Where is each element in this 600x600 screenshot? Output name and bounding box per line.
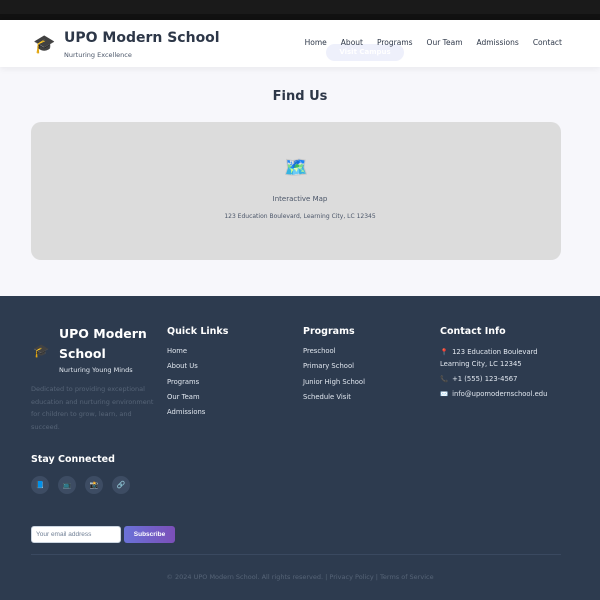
stay-connected-heading: Stay Connected bbox=[31, 454, 115, 465]
program-link-junior-high[interactable]: Junior High School bbox=[303, 378, 365, 393]
contact-email-text[interactable]: info@upomodernschool.edu bbox=[452, 390, 547, 398]
phone-icon: 📞 bbox=[440, 374, 449, 383]
footer-link-admissions[interactable]: Admissions bbox=[167, 408, 228, 423]
program-link-schedule-visit[interactable]: Schedule Visit bbox=[303, 393, 365, 408]
nav-our-team[interactable]: Our Team bbox=[427, 38, 463, 47]
graduation-cap-icon: 🎓 bbox=[33, 344, 50, 359]
instagram-icon[interactable]: 📸 bbox=[85, 476, 103, 494]
contact-column: Contact Info 📍 123 Education Boulevard Le… bbox=[440, 326, 565, 404]
youtube-icon[interactable]: 📺 bbox=[58, 476, 76, 494]
nav-admissions[interactable]: Admissions bbox=[477, 38, 519, 47]
footer-link-programs[interactable]: Programs bbox=[167, 378, 228, 393]
map-placeholder[interactable]: 🗺️ bbox=[31, 122, 561, 260]
nav-home[interactable]: Home bbox=[305, 38, 327, 47]
contact-heading: Contact Info bbox=[440, 326, 506, 337]
footer-link-home[interactable]: Home bbox=[167, 347, 228, 362]
subscribe-button[interactable]: Subscribe bbox=[124, 526, 175, 543]
map-label: Interactive Map bbox=[272, 195, 328, 203]
contact-phone-text[interactable]: +1 (555) 123-4567 bbox=[452, 375, 517, 383]
graduation-cap-icon: 🎓 bbox=[33, 34, 56, 55]
facebook-icon[interactable]: 📘 bbox=[31, 476, 49, 494]
contact-address-text: 123 Education Boulevard Learning City, L… bbox=[440, 348, 538, 368]
newsletter-email-input[interactable] bbox=[31, 526, 121, 543]
nav-about[interactable]: About bbox=[341, 38, 363, 47]
footer-divider bbox=[31, 554, 561, 555]
footer-brand: UPO Modern School bbox=[59, 326, 147, 361]
nav-programs[interactable]: Programs bbox=[377, 38, 413, 47]
map-icon: 🗺️ bbox=[283, 155, 309, 179]
program-link-preschool[interactable]: Preschool bbox=[303, 347, 365, 362]
envelope-icon: ✉️ bbox=[440, 389, 449, 398]
find-us-title: Find Us bbox=[272, 89, 328, 104]
social-links: 📘 📺 📸 🔗 bbox=[31, 476, 130, 494]
copyright-text: © 2024 UPO Modern School. All rights res… bbox=[166, 573, 434, 581]
quick-links-heading: Quick Links bbox=[167, 326, 229, 337]
programs-column: Programs Preschool Primary School Junior… bbox=[303, 326, 365, 408]
footer-link-our-team[interactable]: Our Team bbox=[167, 393, 228, 408]
contact-email: ✉️ info@upomodernschool.edu bbox=[440, 389, 565, 401]
location-pin-icon: 📍 bbox=[440, 348, 449, 356]
contact-address: 📍 123 Education Boulevard Learning City, … bbox=[440, 347, 565, 370]
program-link-primary[interactable]: Primary School bbox=[303, 362, 365, 377]
map-address: 123 Education Boulevard, Learning City, … bbox=[224, 213, 376, 220]
footer-link-about[interactable]: About Us bbox=[167, 362, 228, 377]
site-title[interactable]: UPO Modern School bbox=[64, 30, 220, 46]
contact-phone: 📞 +1 (555) 123-4567 bbox=[440, 374, 565, 386]
link-icon[interactable]: 🔗 bbox=[112, 476, 130, 494]
footer-tagline: Nurturing Young Minds bbox=[59, 366, 133, 374]
quick-links-column: Quick Links Home About Us Programs Our T… bbox=[167, 326, 228, 423]
footer-description: Dedicated to providing exceptional educa… bbox=[31, 385, 154, 431]
site-footer: 🎓 UPO Modern School Nurturing Young Mind… bbox=[0, 296, 600, 600]
site-header: 🎓 UPO Modern School Nurturing Excellence… bbox=[0, 20, 600, 67]
main-nav: Home About Programs Our Team Admissions … bbox=[305, 38, 562, 47]
site-tagline: Nurturing Excellence bbox=[64, 51, 132, 59]
browser-top-bar bbox=[0, 0, 600, 20]
nav-contact[interactable]: Contact bbox=[533, 38, 562, 47]
programs-heading: Programs bbox=[303, 326, 355, 337]
